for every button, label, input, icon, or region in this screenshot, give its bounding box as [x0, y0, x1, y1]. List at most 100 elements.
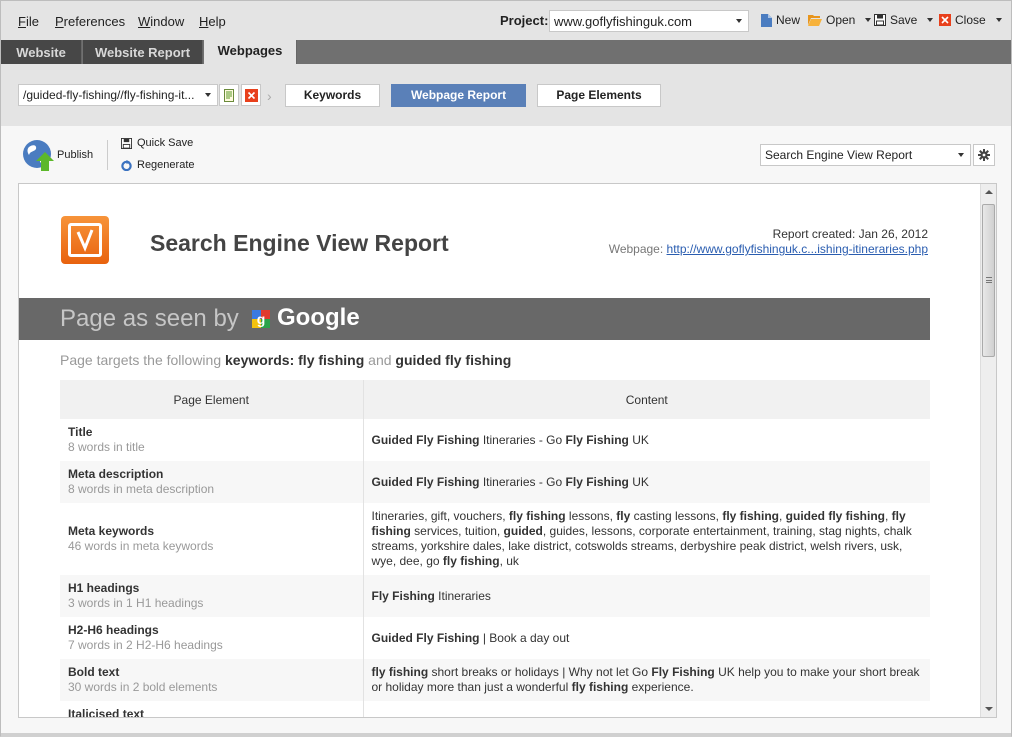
banner-engine-name: Google — [277, 304, 360, 331]
project-select-value: www.goflyfishinguk.com — [554, 14, 692, 29]
regenerate-label: Regenerate — [137, 159, 195, 171]
menu-preferences[interactable]: Preferences — [55, 14, 125, 29]
page-element-cell: H1 headings 3 words in 1 H1 headings — [60, 575, 364, 617]
report-viewer[interactable]: Search Engine View Report Report created… — [18, 183, 997, 718]
chevron-down-icon[interactable] — [865, 18, 872, 22]
webpage-link[interactable]: http://www.goflyfishinguk.c...ishing-iti… — [667, 242, 928, 256]
content-text: , uk — [499, 554, 519, 568]
page-element-cell: Meta description 8 words in meta descript… — [60, 461, 364, 503]
chevron-right-icon: › — [267, 88, 272, 104]
page-elements-button[interactable]: Page Elements — [537, 84, 661, 107]
toolbar-divider — [107, 140, 108, 170]
chevron-down-icon — [958, 153, 964, 157]
report-logo — [61, 216, 109, 264]
page-element-cell: Bold text 30 words in 2 bold elements — [60, 659, 364, 701]
new-button[interactable]: New — [761, 13, 800, 27]
new-button-label: New — [776, 13, 801, 27]
page-element-word-count: 3 words in 1 H1 headings — [68, 596, 204, 610]
chevron-down-icon[interactable] — [927, 18, 934, 22]
table-row: H2-H6 headings 7 words in 2 H2-H6 heading… — [60, 617, 930, 659]
report-type-select[interactable]: Search Engine View Report — [760, 144, 971, 166]
globe-upload-icon — [23, 140, 54, 171]
remove-page-button[interactable] — [241, 84, 261, 106]
report-meta: Report created: Jan 26, 2012 Webpage: ht… — [609, 227, 928, 257]
table-row: Bold text 30 words in 2 bold elements fly … — [60, 659, 930, 701]
chevron-down-icon[interactable] — [995, 18, 1002, 22]
page-elements-table: Page Element Content Title 8 words in tit… — [60, 380, 930, 717]
close-button-label: Close — [955, 13, 986, 27]
webpage-toolbar: /guided-fly-fishing//fly-fishing-it... ›… — [1, 64, 1011, 126]
table-row: Title 8 words in title Guided Fly Fishing … — [60, 419, 930, 461]
page-details-button[interactable] — [219, 84, 239, 106]
keyword-highlight: Fly Fishing — [651, 665, 715, 679]
chevron-down-icon — [205, 93, 211, 97]
content-text: casting lessons, — [630, 509, 723, 523]
content-text: UK — [628, 432, 649, 447]
tab-website[interactable]: Website — [1, 40, 82, 64]
keyword-2: guided fly fishing — [395, 352, 512, 368]
floppy-disk-icon — [874, 14, 886, 26]
chevron-down-icon — [736, 19, 742, 23]
open-button-label: Open — [826, 13, 856, 27]
report-settings-button[interactable] — [973, 144, 995, 166]
scrollbar-thumb[interactable] — [982, 204, 995, 357]
table-header-row: Page Element Content — [60, 380, 930, 419]
page-element-cell: Title 8 words in title — [60, 419, 364, 461]
keywords-button[interactable]: Keywords — [285, 84, 380, 107]
tab-website-report[interactable]: Website Report — [83, 40, 203, 64]
report-title: Search Engine View Report — [150, 230, 449, 256]
menu-file[interactable]: File — [18, 14, 39, 29]
close-button[interactable]: Close — [939, 13, 1002, 27]
content-text: Itineraries - Go — [479, 432, 566, 447]
table-row: Meta description 8 words in meta descript… — [60, 461, 930, 503]
publish-label: Publish — [57, 149, 94, 161]
grip-icon — [986, 277, 992, 283]
content-text: Itineraries, gift, vouchers, — [371, 509, 509, 523]
scroll-up-arrow-icon[interactable] — [985, 190, 993, 194]
save-button-label: Save — [890, 13, 918, 27]
content-text: services, tuition, — [410, 524, 504, 538]
page-element-name: Meta description — [68, 467, 164, 481]
tab-webpages[interactable]: Webpages — [204, 40, 297, 64]
content-text: , — [779, 509, 786, 523]
content-text: lessons, — [565, 509, 617, 523]
keyword-highlight: fly — [616, 509, 631, 523]
banner-text: Page as seen by — [60, 305, 239, 332]
page-element-name: Bold text — [68, 665, 120, 679]
keyword-highlight: fly fishing — [442, 554, 500, 568]
keyword-highlight: Guided Fly Fishing — [371, 630, 480, 645]
webpage-report-button[interactable]: Webpage Report — [391, 84, 526, 107]
gear-icon — [978, 149, 990, 161]
vertical-scrollbar[interactable] — [980, 184, 996, 717]
table-row: Italicised text — [60, 701, 930, 717]
publish-button[interactable]: Publish — [21, 138, 93, 172]
keyword-highlight: fly fishing — [508, 509, 566, 523]
keywords-and: and — [368, 352, 392, 368]
content-text: experience. — [628, 680, 694, 694]
menu-file-rest: ile — [25, 14, 39, 29]
menu-help-rest: elp — [208, 14, 226, 29]
report-type-value: Search Engine View Report — [765, 148, 913, 162]
quick-save-button[interactable]: Quick Save — [121, 137, 193, 149]
page-element-name: Title — [68, 425, 93, 439]
keyword-highlight: Guided Fly Fishing — [371, 432, 480, 447]
window-bottom-border — [1, 733, 1011, 737]
regenerate-button[interactable]: Regenerate — [121, 159, 195, 171]
open-button[interactable]: Open — [808, 13, 872, 27]
refresh-icon — [121, 159, 132, 171]
menu-window-accel: W — [138, 14, 151, 29]
page-element-cell: Meta keywords 46 words in meta keywords — [60, 503, 364, 575]
webpage-url-select[interactable]: /guided-fly-fishing//fly-fishing-it... — [18, 84, 218, 106]
content-text: Itineraries - Go — [479, 474, 566, 489]
keyword-highlight: fly fishing — [722, 509, 779, 523]
menu-window[interactable]: Window — [138, 14, 184, 29]
keyword-highlight: guided — [503, 524, 543, 538]
project-select[interactable]: www.goflyfishinguk.com — [549, 10, 749, 32]
save-button[interactable]: Save — [874, 13, 934, 27]
page-element-word-count: 8 words in meta description — [68, 482, 215, 496]
page-element-content: Guided Fly Fishing Itineraries - Go Fly … — [363, 461, 930, 503]
menu-help[interactable]: Help — [199, 14, 226, 29]
scroll-down-arrow-icon[interactable] — [985, 707, 993, 711]
google-banner: Page as seen by g Google — [19, 298, 930, 340]
keywords-intro: Page targets the following — [60, 352, 222, 368]
